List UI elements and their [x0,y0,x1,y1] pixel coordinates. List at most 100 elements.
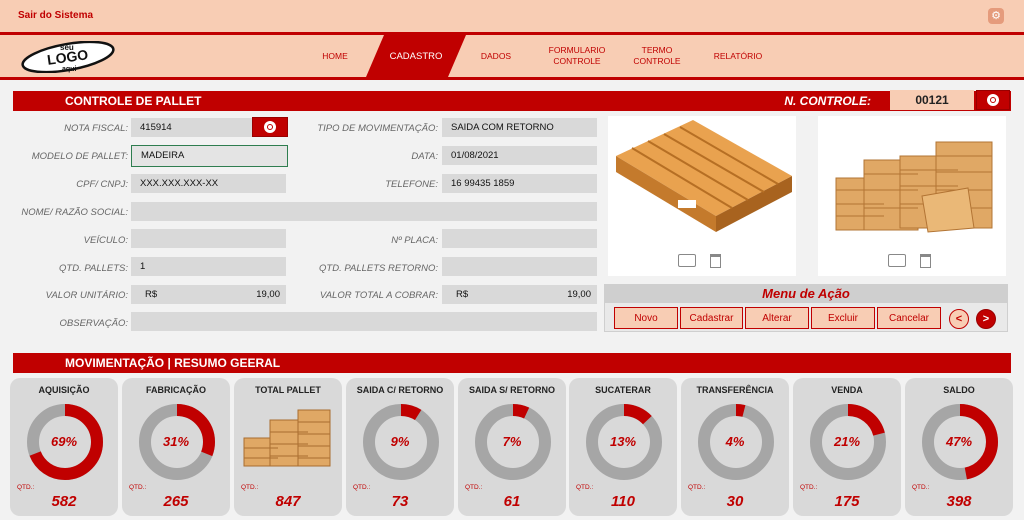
valor-unitario-label: VALOR UNITÁRIO: [45,290,128,301]
nav-relatorio[interactable]: RELATÓRIO [706,35,770,77]
pallet-image-1 [616,120,792,232]
summary-card-percent: 9% [390,434,410,449]
novo-button[interactable]: Novo [614,307,678,329]
summary-card-qty-value: 73 [391,493,409,510]
summary-card-percent: 69% [50,434,78,449]
alterar-button[interactable]: Alterar [745,307,809,329]
search-icon [264,121,276,133]
summary-card-qty-label: QTD.: [241,484,259,491]
modelo-pallet-field[interactable]: MADEIRA [131,145,288,167]
trash-icon[interactable] [920,254,931,268]
nav-bar: seu LOGO aqui HOME CADASTRO DADOS FORMUL… [0,32,1024,80]
summary-card-qty-value: 847 [275,493,301,510]
veiculo-field[interactable] [131,229,286,248]
cpf-cnpj-field[interactable]: XXX.XXX.XXX-XX [131,174,286,193]
summary-card-qty-label: QTD.: [576,484,594,491]
summary-card: SALDO 47% QTD.: 398 [905,378,1013,516]
nome-razao-field[interactable] [131,202,597,221]
nav-cadastro-label: CADASTRO [389,50,443,62]
pallet-stack-image [243,409,331,467]
summary-title: MOVIMENTAÇÃO | RESUMO GEERAL [65,356,281,370]
control-number-value: 00121 [890,90,974,110]
summary-card-qty-label: QTD.: [17,484,35,491]
telefone-field[interactable]: 16 99435 1859 [442,174,597,193]
summary-card-percent: 13% [609,434,637,449]
placa-field[interactable] [442,229,597,248]
top-bar: Sair do Sistema ⚙ [0,0,1024,32]
summary-card-percent: 31% [162,434,190,449]
valor-total-currency: R$ [456,289,469,300]
summary-card-title: SALDO [943,385,975,395]
summary-card: FABRICAÇÃO 31% QTD.: 265 [122,378,230,516]
qtd-retorno-field[interactable] [442,257,597,276]
valor-unitario-value: 19,00 [256,289,280,300]
previous-record-button[interactable]: < [949,309,969,329]
summary-card-percent: 7% [502,434,522,449]
nav-cadastro[interactable]: CADASTRO [366,35,466,77]
nota-fiscal-field[interactable]: 415914 [131,118,253,137]
nota-fiscal-search-button[interactable] [252,117,288,137]
valor-unitario-field[interactable]: R$ 19,00 [131,285,286,304]
cadastrar-button[interactable]: Cadastrar [680,307,743,329]
summary-card-title: SAIDA S/ RETORNO [468,385,555,395]
next-record-button[interactable]: > [976,309,996,329]
trash-icon[interactable] [710,254,721,268]
summary-card-title: AQUISIÇÃO [38,385,90,395]
summary-header: MOVIMENTAÇÃO | RESUMO GEERAL [13,353,1011,373]
nome-razao-label: NOME/ RAZÃO SOCIAL: [21,207,128,218]
summary-card: TOTAL PALLET QTD.: 847 [234,378,342,516]
nav-formulario-controle[interactable]: FORMULARIO CONTROLE [540,35,614,77]
pallet-image-2 [835,141,993,233]
cancelar-button[interactable]: Cancelar [877,307,941,329]
summary-card-qty-label: QTD.: [465,484,483,491]
summary-card-qty-value: 398 [946,493,972,510]
logo: seu LOGO aqui [20,40,116,78]
summary-card: AQUISIÇÃO 69% QTD.: 582 [10,378,118,516]
logo-text-bottom: aqui [62,66,76,73]
summary-card-qty-label: QTD.: [129,484,147,491]
valor-total-value: 19,00 [567,289,591,300]
camera-icon[interactable] [678,254,696,267]
action-menu-title: Menu de Ação [605,285,1007,303]
observacao-label: OBSERVAÇÃO: [59,318,128,329]
control-number-label: N. CONTROLE: [784,94,871,108]
exit-system-link[interactable]: Sair do Sistema [18,10,93,21]
veiculo-label: VEÍCULO: [83,235,128,246]
summary-card-percent: 4% [725,434,745,449]
summary-card-qty-value: 265 [163,493,189,510]
nav-dados[interactable]: DADOS [474,35,518,77]
nav-dados-label: DADOS [480,50,512,61]
control-search-button[interactable] [976,90,1010,110]
excluir-button[interactable]: Excluir [811,307,875,329]
nav-termo-line2: CONTROLE [633,56,681,66]
valor-unitario-currency: R$ [145,289,158,300]
data-field[interactable]: 01/08/2021 [442,146,597,165]
nav-home-label: HOME [322,50,348,61]
telefone-label: TELEFONE: [385,179,438,190]
camera-icon[interactable] [888,254,906,267]
summary-card-qty-label: QTD.: [353,484,371,491]
summary-card-title: VENDA [831,385,863,395]
placa-label: Nº PLACA: [391,235,438,246]
qtd-pallets-field[interactable]: 1 [131,257,286,276]
settings-icon[interactable]: ⚙ [988,8,1004,24]
nav-home[interactable]: HOME [312,35,358,77]
nav-termo-controle[interactable]: TERMO CONTROLE [626,35,688,77]
pallet-image-2-box [818,116,1006,276]
nav-formulario-label: FORMULARIO CONTROLE [549,45,606,67]
summary-card: SUCATERAR 13% QTD.: 110 [569,378,677,516]
tipo-movimentacao-field[interactable]: SAIDA COM RETORNO [442,118,597,137]
summary-card-qty-value: 110 [611,493,635,510]
page-title: CONTROLE DE PALLET [65,94,202,108]
nav-relatorio-label: RELATÓRIO [713,50,763,61]
pallet-image-1-box [608,116,796,276]
nav-termo-line1: TERMO [641,45,673,55]
observacao-field[interactable] [131,312,597,331]
summary-card-qty-value: 30 [726,493,744,510]
valor-total-field[interactable]: R$ 19,00 [442,285,597,304]
data-label: DATA: [411,151,438,162]
summary-card: TRANSFERÊNCIA 4% QTD.: 30 [681,378,789,516]
summary-card-qty-value: 582 [51,493,77,510]
summary-card: SAIDA C/ RETORNO 9% QTD.: 73 [346,378,454,516]
modelo-pallet-label: MODELO DE PALLET: [31,151,128,162]
